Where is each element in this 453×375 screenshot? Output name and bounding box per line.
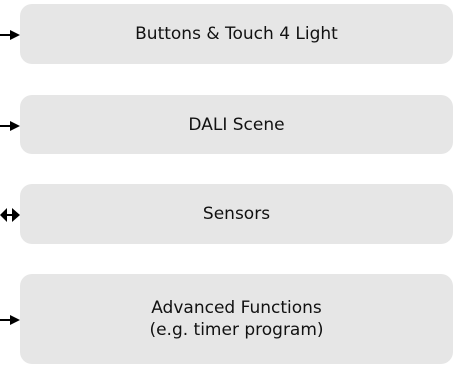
box-label-line-2: (e.g. timer program) [149, 320, 324, 340]
arrow-right-icon [0, 30, 20, 40]
box-label: Buttons & Touch 4 Light [135, 24, 338, 44]
bidirectional-arrow-icon [0, 208, 20, 222]
buttons-touch-light-box: Buttons & Touch 4 Light [20, 4, 453, 64]
arrow-right-icon [0, 121, 20, 131]
box-label-line-1: Advanced Functions [151, 298, 322, 318]
arrow-right-icon [0, 315, 20, 325]
box-label: DALI Scene [188, 114, 285, 135]
sensors-box: Sensors [20, 184, 453, 244]
advanced-functions-box: Advanced Functions (e.g. timer program) [20, 274, 453, 364]
box-label: Sensors [202, 204, 271, 224]
diagram: Buttons & Touch 4 Light DALI Scene Senso… [0, 0, 453, 375]
dali-scene-box: DALI Scene [20, 95, 453, 154]
